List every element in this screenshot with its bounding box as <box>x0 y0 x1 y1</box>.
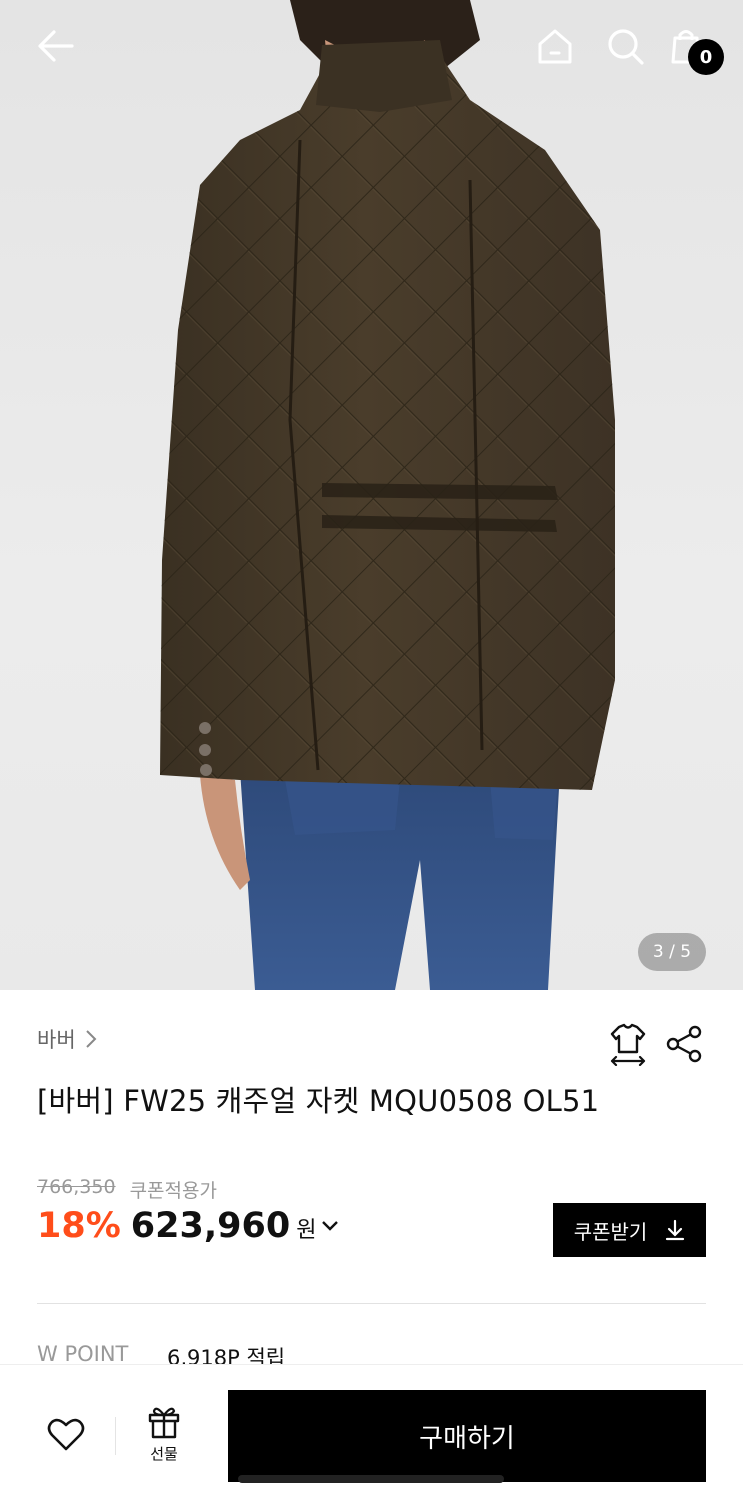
product-photo <box>160 0 615 990</box>
share-icon[interactable] <box>664 1024 704 1064</box>
download-coupon-button[interactable]: 쿠폰받기 <box>553 1203 706 1257</box>
top-navigation-bar: 0 <box>0 0 743 96</box>
size-guide-icon[interactable] <box>606 1022 650 1066</box>
original-price-row: 766,350 쿠폰적용가 <box>37 1176 217 1203</box>
gift-button[interactable]: 선물 <box>140 1405 188 1475</box>
gift-icon <box>148 1407 180 1439</box>
download-icon <box>666 1219 685 1241</box>
original-price: 766,350 <box>37 1176 116 1198</box>
gift-label: 선물 <box>150 1445 178 1463</box>
chevron-down-icon[interactable] <box>320 1219 340 1233</box>
wishlist-button[interactable] <box>44 1413 88 1457</box>
section-divider <box>37 1303 706 1304</box>
discount-rate: 18% <box>37 1206 121 1246</box>
sale-price: 623,960 <box>130 1206 291 1246</box>
chevron-right-icon <box>85 1030 97 1048</box>
brand-link[interactable]: 바버 <box>37 1024 100 1054</box>
arrow-left-icon[interactable] <box>34 24 78 68</box>
coupon-button-label: 쿠폰받기 <box>573 1221 648 1244</box>
home-icon[interactable] <box>533 24 577 68</box>
product-title: [바버] FW25 캐주얼 자켓 MQU0508 OL51 <box>37 1084 600 1118</box>
image-counter: 3 / 5 <box>638 933 706 971</box>
brand-name: 바버 <box>37 1028 76 1052</box>
search-icon[interactable] <box>603 24 647 68</box>
button-separator <box>115 1417 116 1455</box>
heart-icon <box>47 1418 85 1451</box>
home-indicator <box>238 1475 504 1483</box>
product-image-gallery[interactable]: 0 3 / 5 <box>0 0 743 990</box>
buy-now-button[interactable]: 구매하기 <box>228 1390 706 1482</box>
currency-unit: 원 <box>296 1218 317 1243</box>
coupon-price-note: 쿠폰적용가 <box>129 1180 217 1202</box>
price-row[interactable]: 18% 623,960 원 <box>37 1206 340 1246</box>
cart-count-badge: 0 <box>688 39 724 75</box>
